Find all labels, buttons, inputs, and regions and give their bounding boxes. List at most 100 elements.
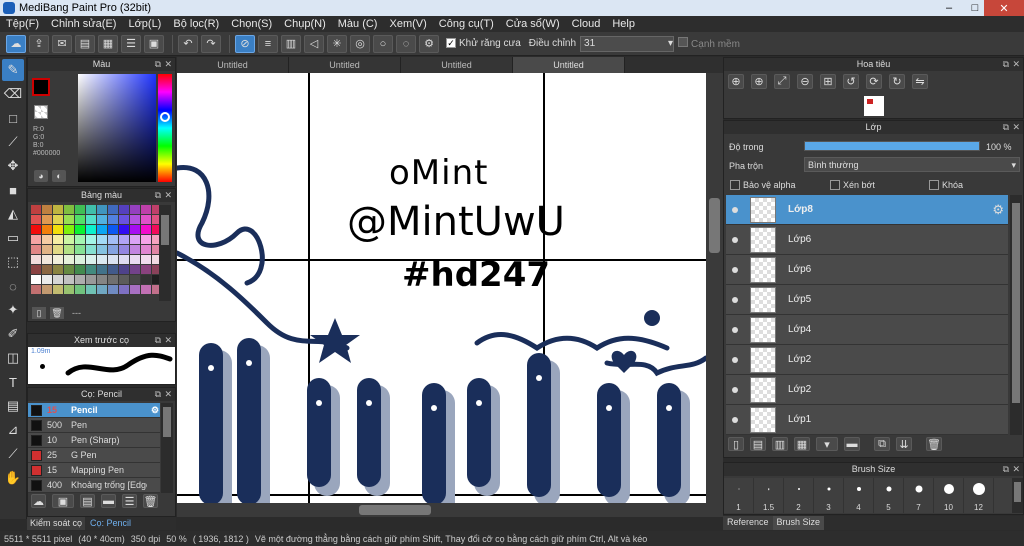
new-1bit-layer-icon[interactable]: ▦ [794,437,810,451]
palette-swatch[interactable] [130,215,140,224]
layer-settings-icon[interactable]: ⚙ [992,202,1004,218]
brush-size-cell[interactable]: 1.5 [754,478,784,513]
popout-icon[interactable]: ⧉ [155,189,161,202]
menu-filter[interactable]: Bộ lọc(R) [167,18,225,30]
menu-view[interactable]: Xem(V) [383,18,432,30]
list-icon[interactable]: ☰ [121,34,141,53]
palette-swatch[interactable] [53,245,63,254]
layer-row[interactable]: Lớp2 [726,345,1008,375]
minimize-button[interactable]: – [936,0,962,16]
document-icon[interactable]: ▤ [75,34,95,53]
palette-swatch[interactable] [141,245,151,254]
palette-swatch[interactable] [108,245,118,254]
brush-folder-icon[interactable]: ▬ [101,494,116,508]
palette-swatch[interactable] [97,235,107,244]
palette-swatch[interactable] [97,285,107,294]
eyedrop-icon[interactable]: ◐ [52,170,66,182]
palette-swatch[interactable] [53,255,63,264]
palette-swatch[interactable] [42,225,52,234]
popout-icon[interactable]: ⧉ [1003,121,1009,134]
palette-swatch[interactable] [75,255,85,264]
rotate-reset-icon[interactable]: ⟳ [866,74,882,89]
zoom-in-icon[interactable]: ⊕ [751,74,767,89]
menu-layer[interactable]: Lớp(L) [122,18,167,30]
palette-swatch[interactable] [86,225,96,234]
palette-swatch[interactable] [86,255,96,264]
new-folder-icon[interactable]: ▬ [844,437,860,451]
palette-swatch[interactable] [108,205,118,214]
layer-row[interactable]: Lớp5 [726,285,1008,315]
select-eraser-icon[interactable]: ◫ [2,347,24,369]
palette-swatch[interactable] [31,225,41,234]
magic-wand-icon[interactable]: ✦ [2,299,24,321]
panel-close-icon[interactable]: ✕ [1012,58,1020,71]
palette-swatch[interactable] [97,215,107,224]
palette-swatch[interactable] [31,275,41,284]
palette-swatch[interactable] [130,255,140,264]
panel-close-icon[interactable]: ✕ [1012,463,1020,476]
lock-checkbox[interactable]: Khóa [929,180,963,190]
menu-window[interactable]: Cửa sổ(W) [500,18,566,30]
palette-swatch[interactable] [64,275,74,284]
palette-swatch[interactable] [108,215,118,224]
palette-swatch[interactable] [130,205,140,214]
palette-icon[interactable]: ◕ [34,170,48,182]
new-palette-icon[interactable]: ▯ [32,307,46,319]
palette-swatch[interactable] [141,265,151,274]
palette-swatch[interactable] [97,265,107,274]
palette-swatch[interactable] [141,275,151,284]
zoom-icon[interactable]: ⊕ [728,74,744,89]
vscroll-thumb[interactable] [709,198,720,253]
palette-swatch[interactable] [75,285,85,294]
palette-swatch[interactable] [119,265,129,274]
palette-swatch[interactable] [42,235,52,244]
palette-swatch[interactable] [141,225,151,234]
tab-brush-control[interactable]: Kiểm soát cọ [27,517,86,530]
palette-swatch[interactable] [119,245,129,254]
palette-swatch[interactable] [53,235,63,244]
palette-swatch[interactable] [141,205,151,214]
layer-row[interactable]: Lớp8 ⚙ [726,195,1008,225]
brush-size-cell[interactable]: 1 [724,478,754,513]
palette-swatch[interactable] [53,285,63,294]
palette-swatch[interactable] [53,205,63,214]
fit-icon[interactable]: ⤢ [774,74,790,89]
layout-icon[interactable]: ▦ [98,34,118,53]
new-layer-icon[interactable]: ▯ [728,437,744,451]
delete-palette-icon[interactable]: 🗑 [50,307,64,319]
palette-swatch[interactable] [42,285,52,294]
palette-swatch[interactable] [75,265,85,274]
new-halftone-layer-icon[interactable]: ▤ [750,437,766,451]
snap-off-icon[interactable]: ⊘ [235,34,255,53]
foreground-color[interactable] [32,78,50,96]
palette-swatch[interactable] [119,225,129,234]
layer-row[interactable]: Lớp2 [726,375,1008,405]
menu-file[interactable]: Tệp(F) [0,18,45,30]
palette-swatch[interactable] [42,215,52,224]
palette-swatch[interactable] [42,255,52,264]
popout-icon[interactable]: ⧉ [155,388,161,401]
actual-size-icon[interactable]: ⊞ [820,74,836,89]
palette-swatch[interactable] [86,285,96,294]
layer-row[interactable]: Lớp6 [726,255,1008,285]
rect-fill-icon[interactable]: ■ [2,179,24,201]
popout-icon[interactable]: ⧉ [1003,463,1009,476]
soft-edge-checkbox[interactable]: Cạnh mềm [678,37,740,50]
new-8bit-layer-icon[interactable]: ▥ [772,437,788,451]
palette-swatch[interactable] [53,215,63,224]
palette-swatch[interactable] [31,255,41,264]
canvas-horizontal-scrollbar[interactable] [177,503,723,517]
palette-swatch[interactable] [42,275,52,284]
palette-swatch[interactable] [130,285,140,294]
palette-swatch[interactable] [64,255,74,264]
palette-swatch[interactable] [108,265,118,274]
comment-icon[interactable]: ✉ [52,34,72,53]
visibility-icon[interactable] [732,386,738,393]
palette-swatch[interactable] [64,285,74,294]
palette-swatch[interactable] [130,265,140,274]
menu-select[interactable]: Chọn(S) [225,18,278,30]
palette-swatch[interactable] [75,225,85,234]
hue-slider[interactable] [158,74,172,182]
divide-tool-icon[interactable]: ▤ [2,395,24,417]
palette-swatch[interactable] [64,265,74,274]
